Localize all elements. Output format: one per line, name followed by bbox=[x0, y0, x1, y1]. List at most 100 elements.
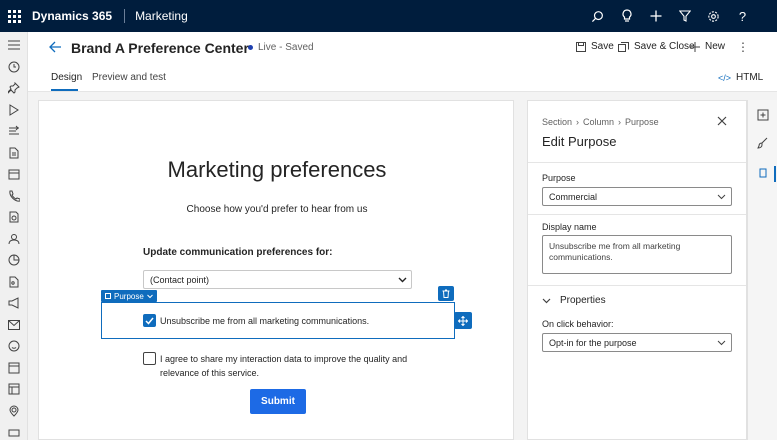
code-icon: </> bbox=[718, 72, 732, 83]
chevron-down-icon bbox=[398, 277, 407, 283]
recent-clock-icon[interactable] bbox=[7, 60, 21, 74]
search-icon[interactable] bbox=[583, 0, 612, 32]
checkmark-icon bbox=[145, 317, 154, 325]
form-subheading[interactable]: Choose how you'd prefer to hear from us bbox=[39, 204, 515, 215]
purpose-tag-label: Purpose bbox=[114, 291, 144, 301]
divider bbox=[528, 214, 746, 215]
breadcrumb: Section › Column › Purpose bbox=[542, 117, 659, 127]
app-launcher-icon[interactable] bbox=[0, 0, 28, 32]
onclick-behavior-value: Opt-in for the purpose bbox=[549, 338, 637, 348]
email-icon[interactable] bbox=[7, 318, 21, 332]
divider bbox=[528, 285, 746, 286]
megaphone-icon[interactable] bbox=[7, 296, 21, 310]
breadcrumb-separator-icon: › bbox=[618, 117, 622, 127]
add-element-icon[interactable] bbox=[756, 108, 770, 122]
save-close-label: Save & Close bbox=[634, 41, 695, 52]
share-data-checkbox[interactable] bbox=[143, 352, 156, 365]
breadcrumb-column[interactable]: Column bbox=[583, 117, 614, 127]
save-icon bbox=[576, 41, 586, 52]
breadcrumb-purpose: Purpose bbox=[625, 117, 659, 127]
unsubscribe-checkbox[interactable] bbox=[143, 314, 156, 327]
phone-icon[interactable] bbox=[7, 189, 21, 203]
display-name-label: Display name bbox=[542, 222, 597, 232]
unsubscribe-checkbox-label: Unsubscribe me from all marketing commun… bbox=[160, 316, 370, 326]
form-icon[interactable] bbox=[7, 361, 21, 375]
chevron-down-icon bbox=[146, 294, 153, 298]
tab-design[interactable]: Design bbox=[51, 72, 82, 83]
more-nav-icon[interactable] bbox=[7, 426, 21, 440]
tab-preview-and-test[interactable]: Preview and test bbox=[92, 72, 166, 83]
list-document-icon[interactable] bbox=[7, 275, 21, 289]
divider bbox=[528, 162, 746, 163]
top-bar: Dynamics 365 Marketing ? bbox=[0, 0, 777, 32]
add-icon[interactable] bbox=[641, 0, 670, 32]
page-title: Brand A Preference Center bbox=[71, 40, 249, 56]
save-and-close-button[interactable]: Save & Close bbox=[618, 41, 695, 52]
brand-name[interactable]: Dynamics 365 bbox=[28, 9, 126, 23]
design-canvas: Marketing preferences Choose how you'd p… bbox=[38, 100, 514, 440]
help-icon[interactable]: ? bbox=[728, 0, 757, 32]
new-button[interactable]: New bbox=[690, 41, 725, 52]
html-label: HTML bbox=[736, 72, 764, 83]
chevron-down-icon bbox=[717, 340, 726, 346]
hamburger-menu-icon[interactable] bbox=[7, 38, 21, 52]
location-icon[interactable] bbox=[7, 404, 21, 418]
status-indicator: Live - Saved bbox=[248, 42, 314, 53]
properties-panel: Section › Column › Purpose Edit Purpose … bbox=[527, 100, 747, 440]
onclick-behavior-label: On click behavior: bbox=[542, 319, 614, 329]
purpose-field-label: Purpose bbox=[542, 173, 576, 183]
form-heading[interactable]: Marketing preferences bbox=[39, 157, 515, 183]
properties-heading: Properties bbox=[560, 295, 606, 306]
lightbulb-icon[interactable] bbox=[612, 0, 641, 32]
element-properties-icon[interactable] bbox=[756, 166, 770, 180]
display-name-textarea[interactable]: Unsubscribe me from all marketing commun… bbox=[542, 235, 732, 274]
page-icon[interactable] bbox=[7, 382, 21, 396]
delete-trash-icon[interactable] bbox=[438, 286, 454, 301]
element-icon bbox=[105, 293, 111, 299]
journey-icon[interactable] bbox=[7, 124, 21, 138]
active-tab-indicator bbox=[51, 89, 78, 91]
tab-bar: Design Preview and test </> HTML bbox=[28, 64, 777, 92]
chevron-down-icon bbox=[542, 298, 551, 303]
analytics-icon[interactable] bbox=[7, 253, 21, 267]
contact-point-select[interactable]: (Contact point) bbox=[143, 270, 412, 289]
play-icon[interactable] bbox=[7, 103, 21, 117]
command-bar: Brand A Preference Center Live - Saved S… bbox=[28, 32, 777, 64]
save-button[interactable]: Save bbox=[576, 41, 614, 52]
segment-icon[interactable] bbox=[7, 210, 21, 224]
calendar-icon[interactable] bbox=[7, 167, 21, 181]
save-label: Save bbox=[591, 41, 614, 52]
document-icon[interactable] bbox=[7, 146, 21, 160]
new-label: New bbox=[705, 41, 726, 52]
move-handle-icon[interactable] bbox=[454, 312, 472, 329]
more-options-icon[interactable]: ⋮ bbox=[737, 40, 749, 54]
breadcrumb-section[interactable]: Section bbox=[542, 117, 572, 127]
status-dot bbox=[248, 45, 253, 50]
chevron-down-icon bbox=[717, 194, 726, 200]
settings-gear-icon[interactable] bbox=[699, 0, 728, 32]
left-navigation bbox=[0, 32, 28, 440]
right-tool-rail bbox=[747, 100, 777, 440]
onclick-behavior-dropdown[interactable]: Opt-in for the purpose bbox=[542, 333, 732, 352]
submit-button[interactable]: Submit bbox=[250, 389, 306, 414]
properties-section-toggle[interactable]: Properties bbox=[542, 295, 606, 306]
contact-point-value: (Contact point) bbox=[150, 275, 210, 285]
purpose-element-tag[interactable]: Purpose bbox=[101, 290, 157, 302]
html-button[interactable]: </> HTML bbox=[718, 72, 763, 83]
app-area-name: Marketing bbox=[135, 9, 188, 23]
smiley-icon[interactable] bbox=[7, 339, 21, 353]
purpose-dropdown[interactable]: Commercial bbox=[542, 187, 732, 206]
pinned-icon[interactable] bbox=[7, 81, 21, 95]
back-arrow-icon[interactable] bbox=[48, 40, 64, 56]
close-icon[interactable] bbox=[717, 115, 729, 127]
save-close-icon bbox=[618, 41, 629, 52]
purpose-dropdown-value: Commercial bbox=[549, 192, 598, 202]
top-bar-actions: ? bbox=[583, 0, 757, 32]
update-preferences-label[interactable]: Update communication preferences for: bbox=[143, 247, 332, 258]
contact-person-icon[interactable] bbox=[7, 232, 21, 246]
filter-icon[interactable] bbox=[670, 0, 699, 32]
theme-brush-icon[interactable] bbox=[756, 136, 770, 150]
status-text: Live - Saved bbox=[258, 42, 314, 53]
plus-icon bbox=[690, 41, 700, 52]
panel-title: Edit Purpose bbox=[542, 134, 617, 149]
